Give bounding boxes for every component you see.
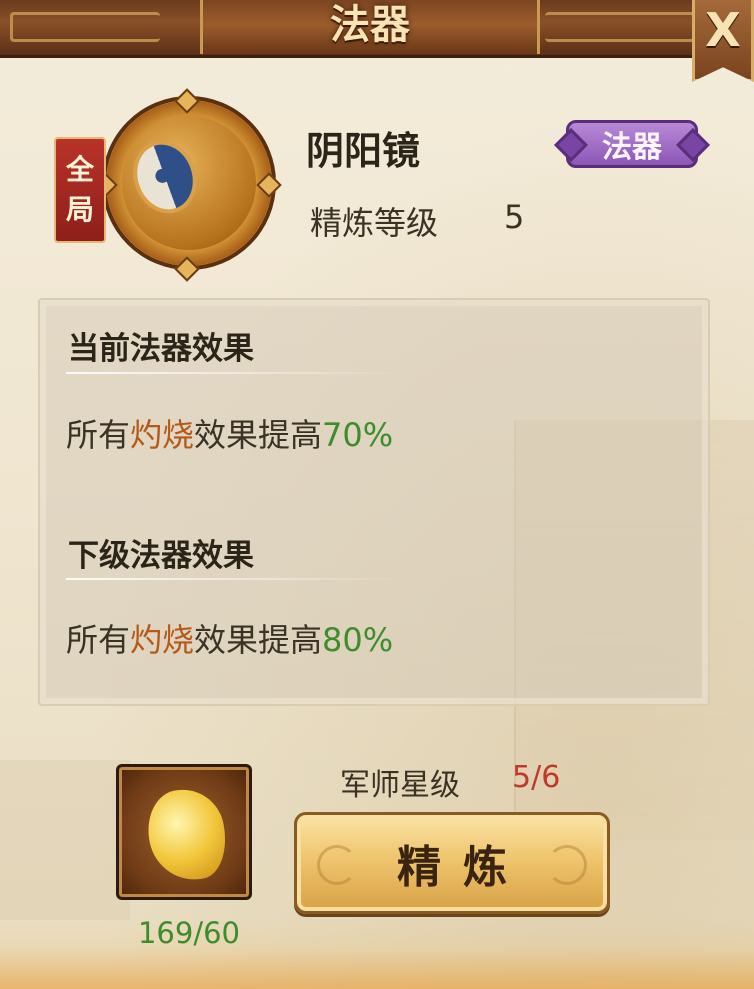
effect-middle: 效果提高 — [194, 621, 323, 659]
close-icon[interactable]: X — [705, 4, 740, 56]
material-slot[interactable] — [116, 764, 252, 900]
close-button[interactable]: X — [692, 0, 754, 82]
background-building — [0, 760, 130, 920]
header-ornament — [10, 12, 160, 42]
effect-prefix: 所有 — [66, 621, 131, 659]
next-effect-text: 所有灼烧效果提高80% — [66, 615, 393, 661]
effect-value: 70% — [322, 416, 394, 454]
effect-value: 80% — [322, 621, 394, 659]
background-glow — [0, 919, 754, 989]
current-effect-title: 当前法器效果 — [68, 331, 254, 367]
type-badge: 法器 — [566, 120, 698, 168]
scope-tag-char: 局 — [65, 193, 94, 226]
refine-level-value: 5 — [504, 198, 525, 236]
cloud-ornament-icon — [317, 845, 357, 885]
effect-prefix: 所有 — [66, 416, 131, 454]
artifact-panel: 法器 X 全 局 阴阳镜 法器 精炼等级 5 当前法器效果 所有灼烧效果提高70… — [0, 0, 754, 989]
scope-tag-char: 全 — [65, 153, 94, 186]
artifact-icon — [92, 88, 282, 282]
star-level-value: 5/6 — [512, 760, 561, 795]
current-effect-text: 所有灼烧效果提高70% — [66, 410, 393, 456]
gold-stone-icon — [140, 782, 234, 888]
cloud-ornament-icon — [547, 845, 587, 885]
divider — [66, 372, 406, 374]
refine-button[interactable]: 精炼 — [294, 812, 610, 914]
scope-tag: 全 局 — [54, 137, 106, 243]
artifact-name: 阴阳镜 — [306, 128, 421, 173]
refine-level-label: 精炼等级 — [310, 204, 439, 242]
material-count: 169/60 — [137, 916, 241, 950]
effect-keyword: 灼烧 — [130, 621, 195, 659]
header-bar: 法器 — [0, 0, 754, 58]
header-ornament — [545, 12, 695, 42]
star-level-label: 军师星级 — [340, 768, 460, 803]
page-title: 法器 — [330, 1, 410, 48]
effect-keyword: 灼烧 — [130, 416, 195, 454]
effect-middle: 效果提高 — [194, 416, 323, 454]
refine-button-label[interactable]: 精炼 — [375, 831, 529, 895]
next-effect-title: 下级法器效果 — [68, 538, 254, 574]
divider — [66, 578, 406, 580]
